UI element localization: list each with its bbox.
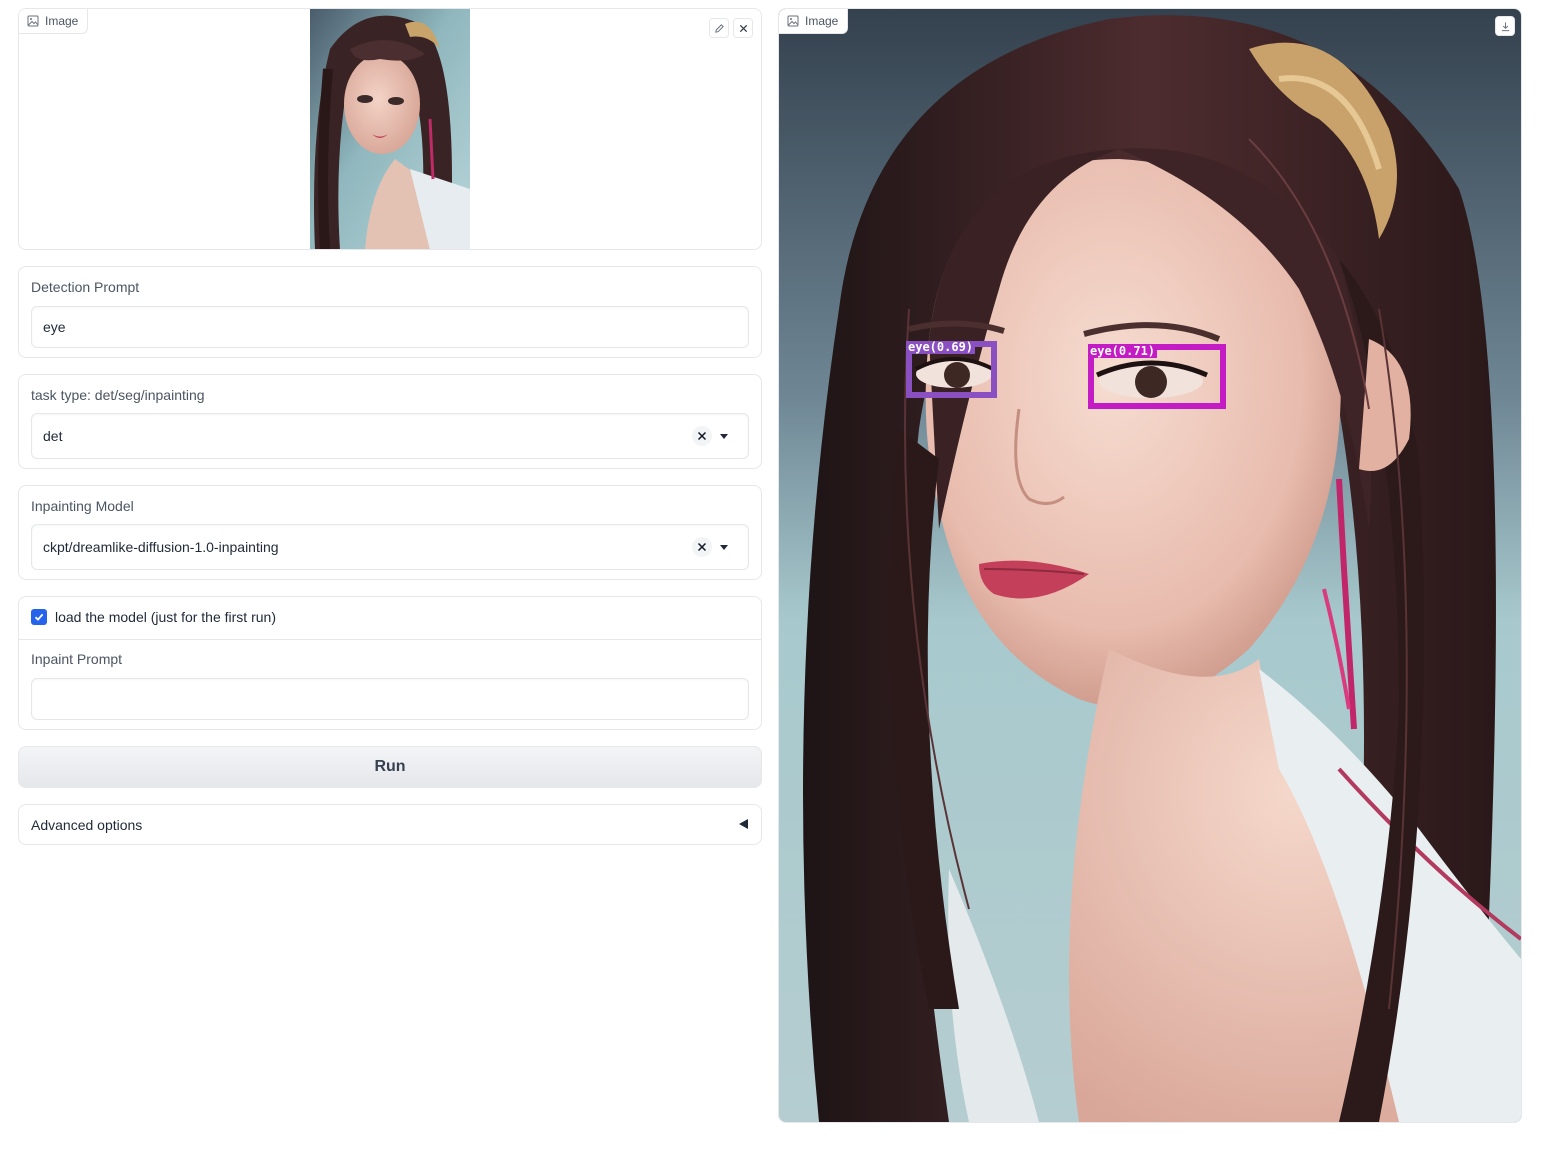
- edit-image-button[interactable]: [709, 18, 729, 38]
- close-icon: [697, 431, 707, 441]
- divider: [19, 639, 761, 640]
- run-button[interactable]: Run: [18, 746, 762, 788]
- download-icon: [1501, 21, 1509, 31]
- load-model-label[interactable]: load the model (just for the first run): [55, 609, 276, 625]
- inpainting-model-selected: ckpt/dreamlike-diffusion-1.0-inpainting: [43, 539, 279, 555]
- load-model-checkbox[interactable]: [31, 609, 47, 625]
- output-image-tag: Image: [779, 9, 849, 34]
- task-type-dropdown[interactable]: det: [31, 413, 749, 459]
- inpainting-model-label: Inpainting Model: [31, 498, 134, 514]
- inpainting-model-block: Inpainting Model ckpt/dreamlike-diffusio…: [18, 485, 762, 580]
- detection-prompt-block: Detection Prompt eye: [18, 266, 762, 358]
- checkmark-icon: [34, 613, 44, 621]
- output-image-panel: Image eye(0.69) eye(0.71): [778, 8, 1522, 1123]
- input-image-panel: Image: [18, 8, 762, 250]
- download-button[interactable]: [1495, 16, 1515, 36]
- advanced-options-accordion[interactable]: Advanced options: [18, 804, 762, 845]
- task-type-block: task type: det/seg/inpainting det: [18, 374, 762, 469]
- input-image-tag-label: Image: [45, 14, 79, 28]
- image-icon: [27, 15, 39, 27]
- chevron-down-icon[interactable]: [720, 433, 728, 439]
- inpainting-model-dropdown[interactable]: ckpt/dreamlike-diffusion-1.0-inpainting: [31, 524, 749, 570]
- input-image-tag: Image: [19, 9, 89, 34]
- chevron-down-icon[interactable]: [720, 544, 728, 550]
- task-type-clear-button[interactable]: [692, 426, 712, 446]
- inpainting-model-clear-button[interactable]: [692, 537, 712, 557]
- triangle-left-icon: [739, 819, 748, 829]
- clear-image-button[interactable]: [733, 18, 753, 38]
- input-portrait-thumbnail: [310, 9, 470, 249]
- image-icon: [787, 15, 799, 27]
- detection-prompt-value: eye: [43, 319, 66, 335]
- advanced-options-label: Advanced options: [31, 817, 143, 833]
- pencil-icon: [714, 23, 724, 33]
- inpaint-prompt-input[interactable]: [31, 678, 749, 720]
- detection-label: eye(0.71): [1088, 344, 1158, 358]
- task-type-label: task type: det/seg/inpainting: [31, 387, 205, 403]
- detection-label: eye(0.69): [906, 340, 976, 354]
- task-type-selected: det: [43, 428, 63, 444]
- inpaint-prompt-label: Inpaint Prompt: [31, 651, 123, 667]
- detection-prompt-input[interactable]: eye: [31, 306, 749, 348]
- close-icon: [697, 542, 707, 552]
- output-portrait: [779, 9, 1521, 1122]
- close-icon: [739, 24, 747, 32]
- detection-prompt-label: Detection Prompt: [31, 279, 140, 295]
- output-image-tag-label: Image: [805, 14, 839, 28]
